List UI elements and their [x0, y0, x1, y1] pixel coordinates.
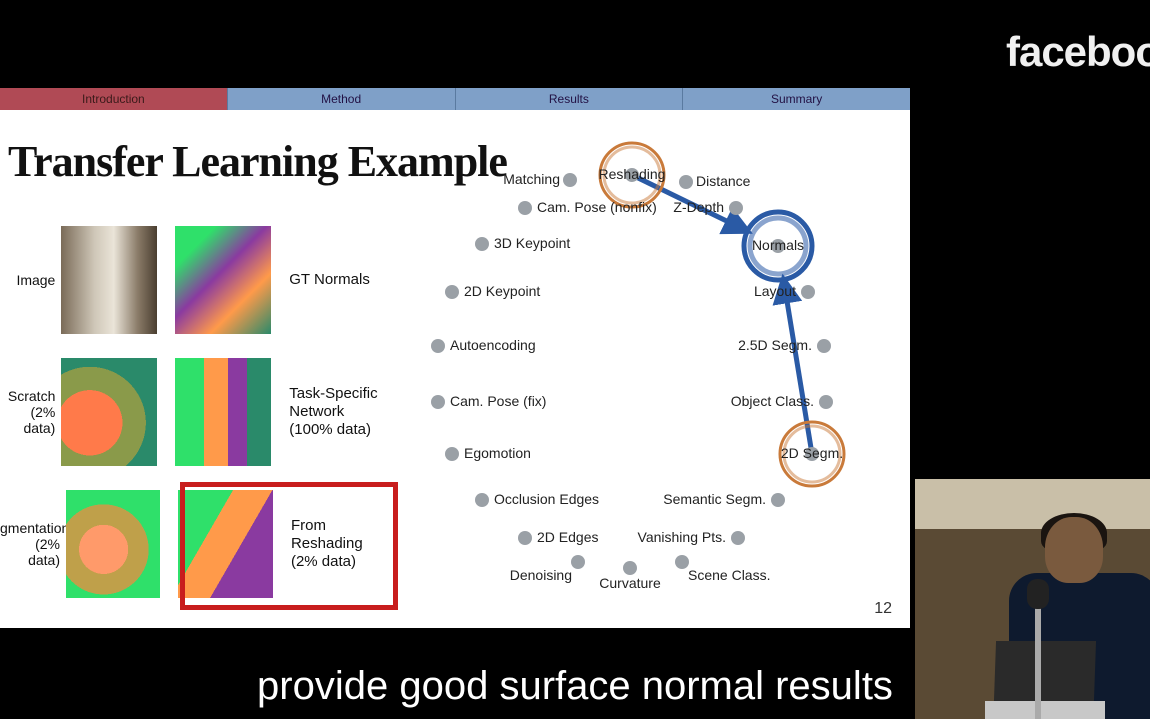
svg-text:Z-Depth: Z-Depth	[673, 199, 724, 215]
thumb-gt-normals	[175, 226, 271, 334]
svg-text:2D Edges: 2D Edges	[537, 529, 598, 545]
svg-text:Layout: Layout	[754, 283, 796, 299]
task-graph: Matching Reshading Distance Cam. Pose (nonf…	[380, 120, 900, 610]
thumb-input-image	[61, 226, 157, 334]
subtitle-caption: provide good surface normal results	[0, 664, 1150, 709]
svg-text:2D Keypoint: 2D Keypoint	[464, 283, 540, 299]
tab-results: Results	[456, 88, 684, 110]
svg-text:Autoencoding: Autoencoding	[450, 337, 536, 353]
tab-summary: Summary	[683, 88, 910, 110]
thumb-row-1: Image GT Normals	[0, 220, 400, 340]
svg-text:3D Keypoint: 3D Keypoint	[494, 235, 570, 251]
svg-text:2D Segm.: 2D Segm.	[781, 445, 843, 461]
tab-method: Method	[228, 88, 456, 110]
thumb-row-2: Scratch (2% data) Task-Specific Network …	[0, 352, 400, 472]
svg-text:Denoising: Denoising	[510, 567, 572, 583]
svg-text:Egomotion: Egomotion	[464, 445, 531, 461]
svg-text:Reshading: Reshading	[599, 166, 666, 182]
svg-text:Vanishing Pts.: Vanishing Pts.	[638, 529, 726, 545]
label-scratch: Scratch (2% data)	[0, 388, 61, 436]
svg-text:Curvature: Curvature	[599, 575, 661, 591]
page-number: 12	[874, 600, 892, 618]
svg-text:Matching: Matching	[503, 171, 560, 187]
svg-text:Normals: Normals	[752, 237, 804, 253]
tab-introduction: Introduction	[0, 88, 228, 110]
svg-text:Scene Class.: Scene Class.	[688, 567, 770, 583]
presentation-slide: Introduction Method Results Summary Tran…	[0, 88, 910, 628]
svg-text:Distance: Distance	[696, 173, 751, 189]
label-segmentation: gmentation (2% data)	[0, 520, 66, 568]
svg-text:Object Class.: Object Class.	[731, 393, 814, 409]
thumb-from-segmentation	[66, 490, 160, 598]
thumb-task-specific	[175, 358, 271, 466]
svg-text:Cam. Pose (fix): Cam. Pose (fix)	[450, 393, 546, 409]
watermark-logo: faceboo	[1006, 28, 1150, 76]
slide-tabbar: Introduction Method Results Summary	[0, 88, 910, 110]
svg-text:Occlusion Edges: Occlusion Edges	[494, 491, 599, 507]
svg-text:Cam. Pose (nonfix): Cam. Pose (nonfix)	[537, 199, 657, 215]
thumb-scratch	[61, 358, 157, 466]
svg-text:Semantic Segm.: Semantic Segm.	[663, 491, 766, 507]
highlight-box	[180, 482, 398, 610]
svg-text:2.5D Segm.: 2.5D Segm.	[738, 337, 812, 353]
label-image: Image	[0, 272, 61, 288]
